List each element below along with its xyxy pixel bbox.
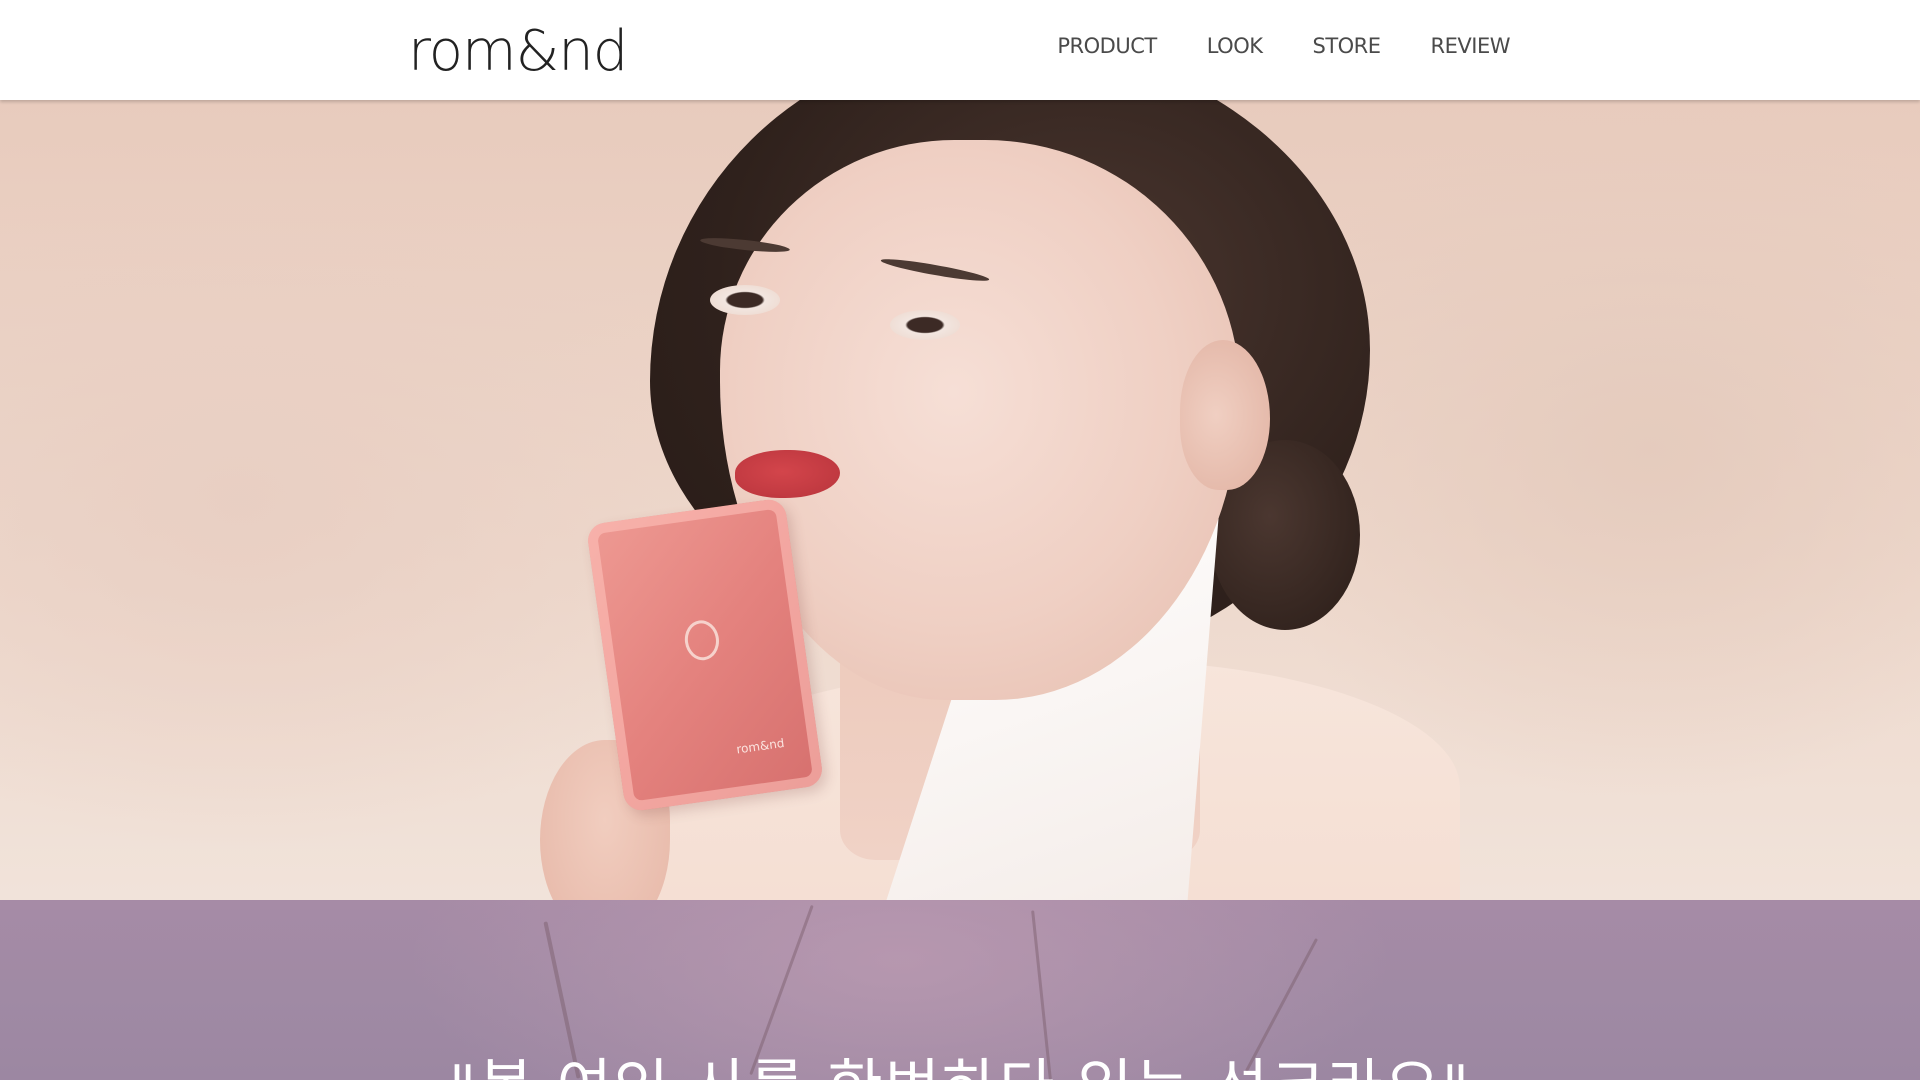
model-eye-left	[710, 285, 780, 315]
branch-decoration	[749, 904, 814, 1076]
nav-item-store[interactable]: STORE	[1313, 34, 1382, 58]
nav-item-product[interactable]: PRODUCT	[1057, 34, 1157, 58]
compact-emblem-icon	[682, 618, 722, 663]
blush-compact-product: rom&nd	[585, 497, 825, 813]
hero-banner-image: rom&nd	[0, 100, 1920, 900]
brand-logo[interactable]: rom&nd	[408, 22, 628, 82]
promo-quote: "봄 여인 사를 한번하다 있는 선크라오"	[0, 1052, 1920, 1080]
nav-item-review[interactable]: REVIEW	[1431, 34, 1511, 58]
model-eye-right	[890, 310, 960, 340]
nav-item-look[interactable]: LOOK	[1207, 34, 1263, 58]
site-header: rom&nd PRODUCT LOOK STORE REVIEW	[0, 0, 1920, 100]
compact-brand-text: rom&nd	[735, 735, 786, 757]
main-nav: PRODUCT LOOK STORE REVIEW	[1057, 34, 1510, 58]
